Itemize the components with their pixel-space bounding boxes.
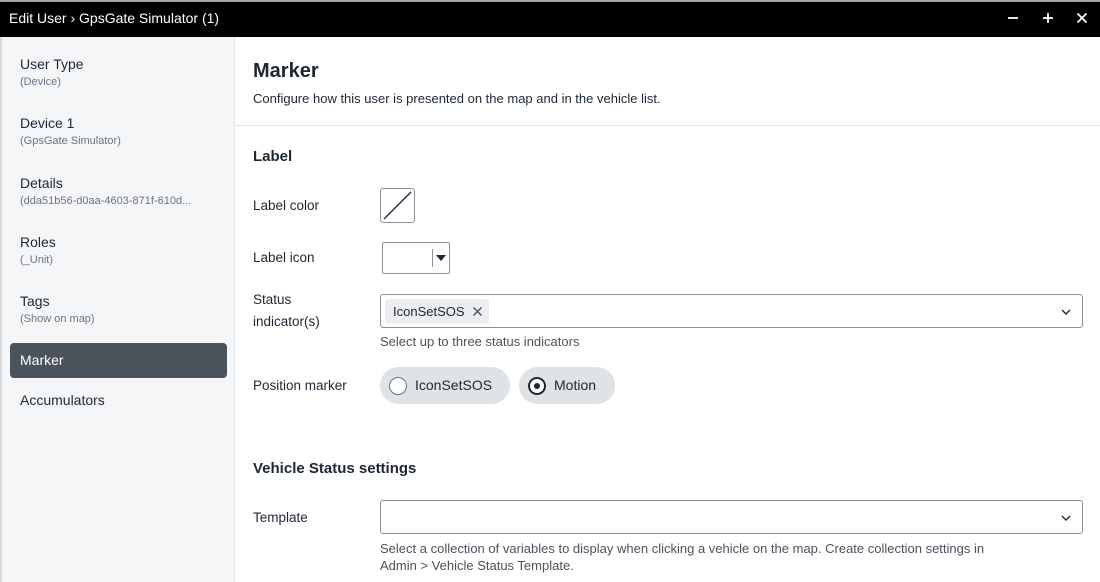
no-color-icon (383, 191, 412, 220)
minimize-icon (1008, 17, 1018, 19)
label-color-picker[interactable] (380, 188, 415, 223)
sidebar-item-label: Device 1 (20, 115, 75, 131)
chevron-down-icon[interactable] (1060, 306, 1072, 318)
radio-checked-icon[interactable] (528, 377, 546, 395)
sidebar-item-label: Roles (20, 234, 56, 250)
status-indicators-select[interactable]: IconSetSOS (380, 294, 1083, 328)
sidebar-item-sublabel: (Show on map) (20, 313, 95, 325)
template-helper-line1: Select a collection of variables to disp… (380, 541, 985, 556)
sidebar-item-sublabel: (dda51b56-d0aa-4603-871f-610d... (20, 195, 192, 207)
sidebar-item-marker[interactable]: Marker (10, 343, 227, 378)
position-option-motion[interactable]: Motion (519, 367, 615, 404)
label-icon-label: Label icon (253, 250, 315, 265)
sidebar-item-tags[interactable]: Tags (Show on map) (10, 290, 227, 325)
select-separator (432, 249, 433, 267)
close-button[interactable] (1072, 8, 1092, 28)
sidebar-item-device-1[interactable]: Device 1 (GpsGate Simulator) (10, 112, 227, 147)
section-title-vehicle-status: Vehicle Status settings (253, 460, 417, 477)
caret-down-icon (436, 255, 446, 261)
section-title-label: Label (253, 148, 293, 165)
page-title: Marker (253, 60, 319, 82)
sidebar-nav: User Type (Device) Device 1 (GpsGate Sim… (0, 37, 235, 582)
status-indicators-label: Status (253, 292, 292, 307)
chevron-down-icon[interactable] (1060, 512, 1072, 524)
label-color-label: Label color (253, 198, 320, 213)
sidebar-item-sublabel: (_Unit) (20, 254, 54, 266)
sidebar-item-sublabel: (GpsGate Simulator) (20, 135, 121, 147)
sidebar-item-label: Marker (20, 352, 64, 368)
template-helper-line2: Admin > Vehicle Status Template. (380, 558, 574, 573)
position-option-label: Motion (554, 377, 597, 393)
status-indicators-helper: Select up to three status indicators (380, 334, 580, 349)
sidebar-item-label: User Type (20, 56, 84, 72)
sidebar-item-accumulators[interactable]: Accumulators (10, 382, 227, 417)
page-description: Configure how this user is presented on … (253, 91, 661, 106)
sidebar-item-user-type[interactable]: User Type (Device) (10, 53, 227, 88)
sidebar-item-roles[interactable]: Roles (_Unit) (10, 231, 227, 266)
template-select[interactable] (380, 500, 1083, 534)
sidebar-item-label: Details (20, 175, 63, 191)
window-title: Edit User › GpsGate Simulator (1) (9, 10, 220, 26)
status-chip-label: IconSetSOS (393, 304, 465, 319)
window-titlebar: Edit User › GpsGate Simulator (1) (0, 0, 1100, 37)
position-marker-label: Position marker (253, 378, 347, 393)
sidebar-item-label: Tags (20, 293, 50, 309)
sidebar-item-label: Accumulators (20, 392, 105, 408)
window-top-border (0, 0, 1100, 2)
header-divider (235, 125, 1100, 126)
position-option-iconsetsos[interactable]: IconSetSOS (380, 367, 510, 404)
sidebar-item-sublabel: (Device) (20, 76, 61, 88)
position-option-label: IconSetSOS (415, 377, 493, 393)
minimize-button[interactable] (1003, 8, 1023, 28)
status-chip: IconSetSOS (385, 299, 489, 324)
sidebar-item-details[interactable]: Details (dda51b56-d0aa-4603-871f-610d... (10, 172, 227, 207)
status-indicators-label-line2: indicator(s) (253, 314, 320, 329)
label-icon-select[interactable] (382, 242, 450, 274)
main-panel: Marker Configure how this user is presen… (235, 37, 1100, 582)
radio-unchecked-icon[interactable] (389, 377, 407, 395)
remove-chip-icon[interactable] (471, 305, 484, 318)
maximize-button[interactable] (1038, 8, 1058, 28)
maximize-icon (1043, 13, 1053, 23)
template-label: Template (253, 510, 308, 525)
close-icon (1076, 12, 1088, 24)
